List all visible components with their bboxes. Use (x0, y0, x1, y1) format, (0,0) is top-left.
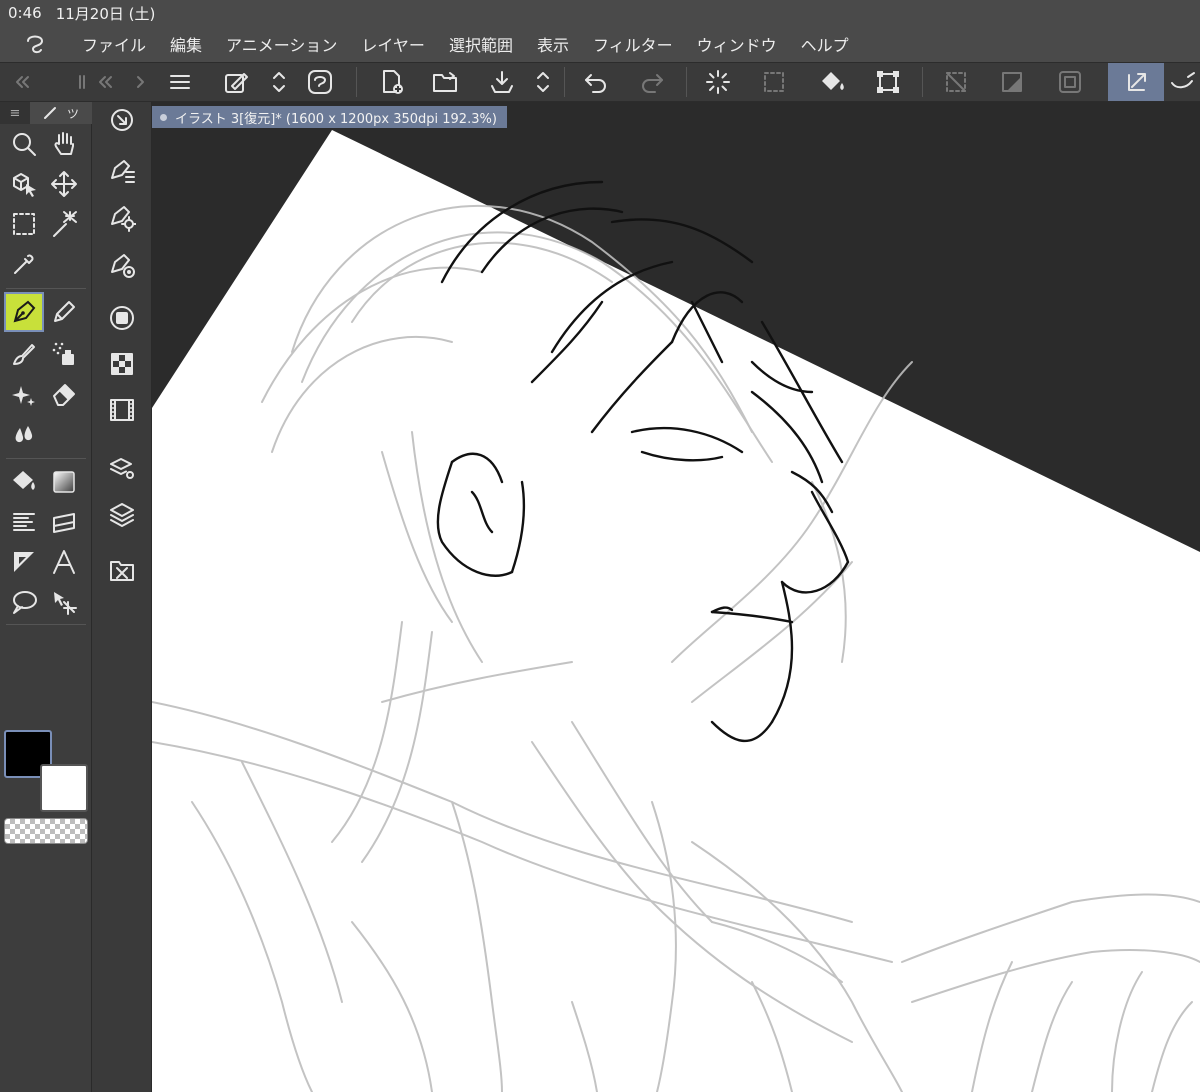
status-bar: 0:46 11月20日 (土) (0, 0, 1200, 26)
menu-edit[interactable]: 編集 (158, 32, 214, 56)
tab-tools-label: ツ (66, 106, 79, 121)
up-down-icon-2[interactable] (526, 63, 560, 101)
blend-icon[interactable] (6, 416, 42, 452)
canvas-area[interactable]: イラスト 3[復元]* (1600 x 1200px 350dpi 192.3%… (152, 102, 1200, 1092)
menu-help[interactable]: ヘルプ (789, 32, 861, 56)
menu-file[interactable]: ファイル (70, 32, 158, 56)
sub-color-swatch[interactable] (40, 764, 88, 812)
palette-menu-icon[interactable]: ≡ (0, 106, 30, 121)
menu-animation[interactable]: アニメーション (214, 32, 349, 56)
expand-right-icon[interactable] (128, 63, 152, 101)
document-title: イラスト 3[復元]* (1600 x 1200px 350dpi 192.3%… (175, 111, 497, 127)
move-icon[interactable] (46, 166, 82, 202)
pencil-icon[interactable] (46, 294, 82, 330)
selection-rect-icon[interactable] (6, 206, 42, 242)
menu-selection[interactable]: 選択範囲 (437, 32, 525, 56)
frame-border-icon[interactable] (46, 504, 82, 540)
color-circle-icon[interactable] (104, 300, 140, 336)
eraser-icon[interactable] (46, 376, 82, 412)
loading-icon[interactable] (696, 63, 740, 101)
layer-property-icon[interactable] (104, 450, 140, 486)
panel-grip-icon[interactable] (72, 63, 92, 101)
zoom-icon[interactable] (6, 126, 42, 162)
color-set-icon[interactable] (104, 346, 140, 382)
clip-studio-window: 0:46 11月20日 (土) ファイル 編集 アニメーション レイヤー 選択範… (0, 0, 1200, 1092)
airbrush-icon[interactable] (46, 336, 82, 372)
tool-palette: ≡ ツ (0, 102, 92, 1092)
transform-pen-icon[interactable] (216, 63, 256, 101)
transform-icon[interactable] (866, 63, 910, 101)
clock: 0:46 (8, 4, 42, 22)
menu-window[interactable]: ウィンドウ (685, 32, 789, 56)
auto-select-icon[interactable] (46, 206, 82, 242)
extra-icon[interactable] (1166, 63, 1200, 101)
hand-icon[interactable] (46, 126, 82, 162)
document-tab[interactable]: イラスト 3[復元]* (1600 x 1200px 350dpi 192.3%… (152, 106, 507, 128)
tab-tools[interactable]: ツ (30, 102, 92, 124)
gradient-icon[interactable] (46, 464, 82, 500)
tool-property-icon[interactable] (104, 200, 140, 236)
brush-size-icon[interactable] (104, 248, 140, 284)
menu-filter[interactable]: フィルター (581, 32, 685, 56)
layers-icon[interactable] (104, 496, 140, 532)
selection-tool-icon[interactable] (1108, 63, 1164, 101)
redo-icon[interactable] (630, 63, 674, 101)
pen-tool[interactable] (4, 292, 44, 332)
speedlines-icon[interactable] (6, 504, 42, 540)
balloon-icon[interactable] (6, 584, 42, 620)
drawing-canvas[interactable] (152, 102, 1200, 1092)
deselect-icon[interactable] (934, 63, 978, 101)
palette-strip (92, 102, 152, 1092)
menu-layer[interactable]: レイヤー (349, 32, 437, 56)
invert-selection-icon[interactable] (990, 63, 1034, 101)
menu-bar: ファイル 編集 アニメーション レイヤー 選択範囲 表示 フィルター ウィンドウ… (0, 26, 1200, 62)
date: 11月20日 (土) (55, 4, 156, 23)
fill-tool-icon[interactable] (6, 464, 42, 500)
app-icon[interactable] (300, 63, 340, 101)
fill-icon[interactable] (808, 63, 858, 101)
timeline-icon[interactable] (104, 392, 140, 428)
new-canvas-icon[interactable] (370, 63, 414, 101)
sub-tool-icon[interactable] (104, 154, 140, 190)
material-icon[interactable] (104, 552, 140, 588)
correct-line-icon[interactable] (46, 584, 82, 620)
menu-view[interactable]: 表示 (525, 32, 581, 56)
save-icon[interactable] (480, 63, 524, 101)
menu-icon[interactable] (160, 63, 200, 101)
object-icon[interactable] (6, 166, 42, 202)
open-folder-icon[interactable] (424, 63, 468, 101)
tab-dot-icon (160, 113, 167, 121)
transparent-color-swatch[interactable] (4, 818, 88, 844)
command-bar (0, 62, 1200, 102)
ruler-icon[interactable] (6, 544, 42, 580)
select-all-icon[interactable] (752, 63, 796, 101)
tool-palette-tabs: ≡ ツ (0, 102, 92, 124)
brush-icon[interactable] (6, 336, 42, 372)
collapse-left-icon[interactable] (0, 63, 46, 101)
eyedropper-icon[interactable] (6, 246, 42, 282)
text-icon[interactable] (46, 544, 82, 580)
up-down-icon[interactable] (262, 63, 296, 101)
collapse-palette-icon[interactable] (92, 63, 120, 101)
selection-border-icon[interactable] (1048, 63, 1092, 101)
app-logo-icon[interactable] (0, 26, 70, 62)
navigator-icon[interactable] (104, 102, 140, 138)
undo-icon[interactable] (574, 63, 618, 101)
decoration-icon[interactable] (6, 376, 42, 412)
